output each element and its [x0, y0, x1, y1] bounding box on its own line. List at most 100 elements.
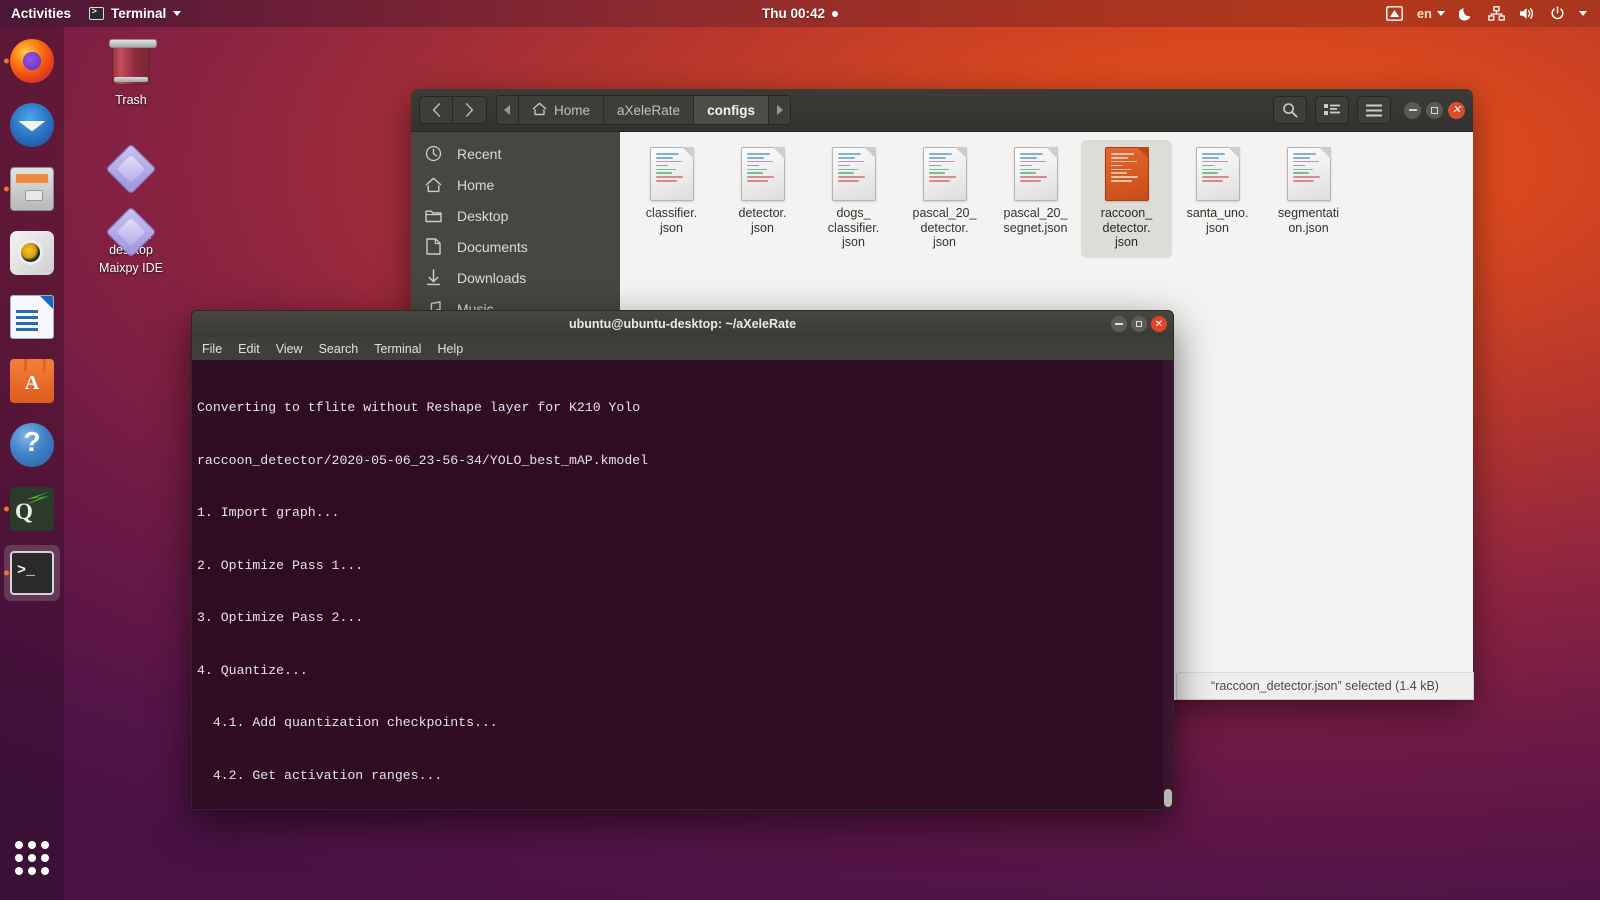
terminal-scrollbar[interactable]	[1163, 360, 1173, 809]
screen-share-icon[interactable]	[1385, 6, 1403, 21]
terminal-titlebar[interactable]: ubuntu@ubuntu-desktop: ~/aXeleRate ✕	[191, 310, 1174, 337]
status-bar: “raccoon_detector.json” selected (1.4 kB…	[1176, 672, 1474, 700]
navigation-buttons	[419, 96, 487, 124]
clock-area[interactable]: Thu 00:42	[0, 6, 1600, 21]
breadcrumb-label: aXeleRate	[617, 102, 681, 118]
night-mode-icon[interactable]	[1459, 6, 1474, 21]
dock-item-help[interactable]	[4, 417, 60, 473]
terminal-window-buttons: ✕	[1111, 316, 1173, 332]
files-icon	[10, 167, 54, 211]
file-item[interactable]: detector. json	[717, 140, 808, 258]
file-item[interactable]: dogs_ classifier. json	[808, 140, 899, 258]
json-file-icon	[1013, 147, 1058, 201]
rhythmbox-icon	[10, 231, 54, 275]
dock-item-thunderbird[interactable]	[4, 97, 60, 153]
file-item[interactable]: segmentati on.json	[1263, 140, 1354, 258]
breadcrumb-item-home[interactable]: Home	[519, 96, 605, 124]
breadcrumb-item-axelerate[interactable]: aXeleRate	[604, 96, 695, 124]
minimize-button[interactable]	[1111, 316, 1127, 332]
json-file-icon	[1286, 147, 1331, 201]
download-icon	[424, 269, 443, 286]
sidebar-item-label: Recent	[457, 145, 502, 162]
file-item[interactable]: santa_uno. json	[1172, 140, 1263, 258]
system-status-area[interactable]: en	[1385, 6, 1600, 21]
home-icon	[532, 102, 547, 119]
network-icon[interactable]	[1488, 6, 1505, 21]
minimize-button[interactable]	[1404, 101, 1421, 119]
scrollbar-thumb[interactable]	[1164, 789, 1172, 807]
view-options-button[interactable]	[1315, 96, 1349, 124]
close-button[interactable]: ✕	[1448, 101, 1465, 119]
json-file-icon	[740, 147, 785, 201]
dock-item-rhythmbox[interactable]	[4, 225, 60, 281]
desktop-icon-maixpy-ide[interactable]: Maixpy IDE	[79, 206, 183, 276]
activities-label: Activities	[11, 6, 72, 21]
desktop-icon-trash[interactable]: Trash	[79, 38, 183, 108]
chevron-down-icon[interactable]	[1579, 11, 1587, 16]
menu-item-terminal[interactable]: Terminal	[374, 342, 421, 356]
sidebar-item-home[interactable]: Home	[411, 169, 620, 200]
home-icon	[424, 177, 443, 193]
desktop-icon-label: Trash	[115, 93, 147, 107]
file-label: pascal_20_ segnet.json	[1003, 206, 1068, 235]
dock-item-libreoffice-writer[interactable]	[4, 289, 60, 345]
chevron-down-icon	[173, 11, 182, 16]
file-item[interactable]: classifier. json	[626, 140, 717, 258]
search-icon	[1283, 103, 1298, 118]
menu-item-help[interactable]: Help	[437, 342, 463, 356]
file-manager-window-buttons: ✕	[1404, 101, 1465, 119]
keyboard-language-button[interactable]: en	[1417, 6, 1445, 21]
sidebar-item-documents[interactable]: Documents	[411, 231, 620, 262]
dock-item-terminal[interactable]	[4, 545, 60, 601]
file-manager-toolbar: ✕	[1273, 96, 1465, 124]
file-item-selected[interactable]: raccoon_ detector. json	[1081, 140, 1172, 258]
dock-item-qv2ray[interactable]	[4, 481, 60, 537]
sidebar-item-label: Documents	[457, 238, 528, 255]
breadcrumb: Home aXeleRate configs	[496, 95, 792, 125]
dock	[0, 27, 64, 900]
dock-item-ubuntu-software[interactable]	[4, 353, 60, 409]
menu-button[interactable]	[1357, 96, 1391, 124]
sidebar-item-label: Downloads	[457, 269, 527, 286]
trash-icon	[79, 38, 183, 90]
breadcrumb-scroll-left[interactable]	[497, 96, 519, 124]
app-menu-button[interactable]: Terminal	[89, 6, 182, 21]
file-item[interactable]: pascal_20_ detector. json	[899, 140, 990, 258]
dock-item-files[interactable]	[4, 161, 60, 217]
menu-item-edit[interactable]: Edit	[238, 342, 260, 356]
menu-item-view[interactable]: View	[276, 342, 303, 356]
show-applications-button[interactable]	[4, 830, 60, 886]
menu-item-file[interactable]: File	[202, 342, 222, 356]
power-icon[interactable]	[1550, 6, 1565, 21]
breadcrumb-item-configs[interactable]: configs	[694, 96, 770, 124]
sidebar-item-recent[interactable]: Recent	[411, 138, 620, 169]
volume-icon[interactable]	[1519, 6, 1536, 21]
json-file-icon	[649, 147, 694, 201]
maximize-button[interactable]	[1131, 316, 1147, 332]
terminal-line: raccoon_detector/2020-05-06_23-56-34/YOL…	[197, 452, 649, 468]
file-label: detector. json	[738, 206, 787, 235]
recording-dot-icon	[832, 10, 839, 17]
forward-button[interactable]	[453, 96, 487, 124]
close-button[interactable]: ✕	[1151, 316, 1167, 332]
file-label: dogs_ classifier. json	[827, 206, 880, 249]
sidebar-item-downloads[interactable]: Downloads	[411, 262, 620, 293]
breadcrumb-label: configs	[707, 102, 756, 118]
search-button[interactable]	[1273, 96, 1307, 124]
json-file-icon	[922, 147, 967, 201]
list-view-icon	[1324, 104, 1340, 115]
activities-button[interactable]: Activities	[11, 6, 71, 21]
maximize-button[interactable]	[1426, 101, 1443, 119]
terminal-icon	[10, 551, 54, 595]
back-button[interactable]	[419, 96, 453, 124]
breadcrumb-scroll-right[interactable]	[769, 96, 791, 124]
file-item[interactable]: pascal_20_ segnet.json	[990, 140, 1081, 258]
json-file-icon	[831, 147, 876, 201]
file-label: santa_uno. json	[1186, 206, 1249, 235]
ubuntu-software-icon	[10, 359, 54, 403]
terminal-output[interactable]: Converting to tflite without Reshape lay…	[191, 360, 1174, 810]
dock-item-firefox[interactable]	[4, 33, 60, 89]
sidebar-item-desktop[interactable]: Desktop	[411, 200, 620, 231]
menu-item-search[interactable]: Search	[319, 342, 359, 356]
libreoffice-writer-icon	[10, 295, 54, 339]
